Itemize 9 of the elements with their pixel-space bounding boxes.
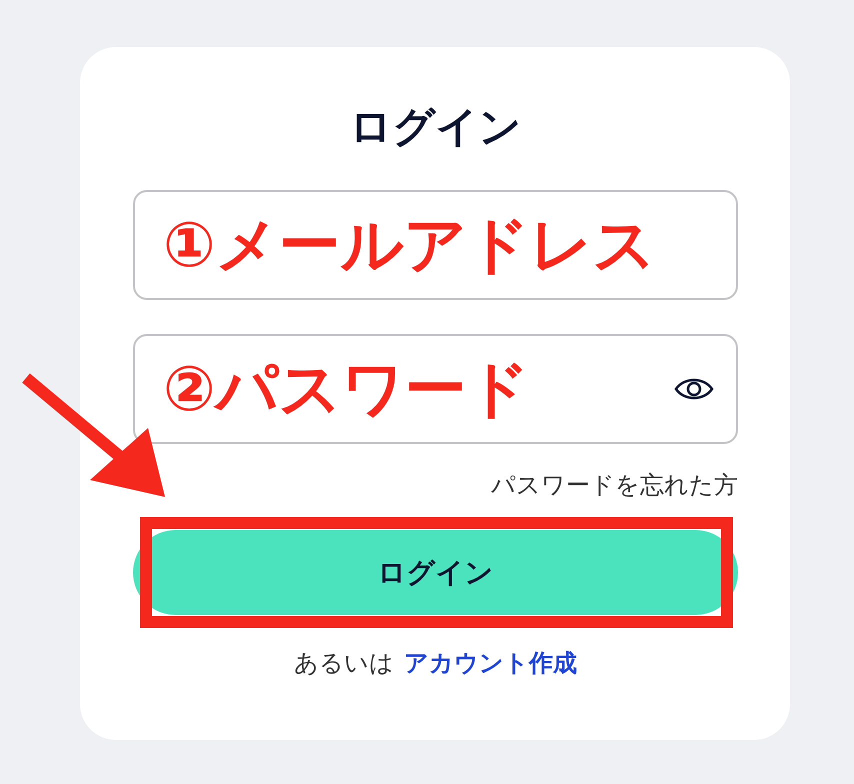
create-account-link[interactable]: アカウント作成 [404,648,577,678]
annotation-label: ①メールアドレス [163,210,656,280]
footer-text: あるいは [294,648,394,678]
password-field[interactable]: ②パスワード [133,334,738,444]
annotation-label: ②パスワード [163,354,530,424]
login-button[interactable]: ログイン [133,530,738,615]
forgot-password-link[interactable]: パスワードを忘れた方 [491,470,738,500]
email-field[interactable]: ①メールアドレス [133,190,738,300]
login-title: ログイン [348,101,522,153]
